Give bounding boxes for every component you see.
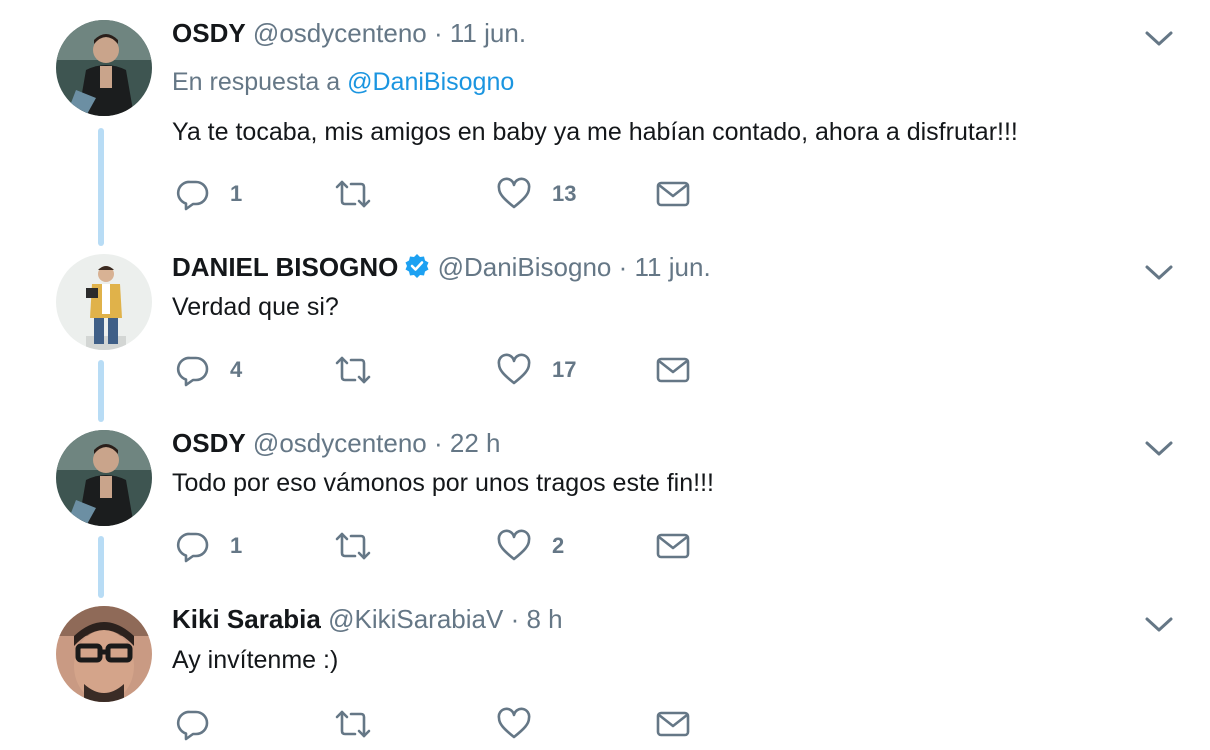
chevron-down-icon[interactable]	[1144, 438, 1174, 458]
reply-context: En respuesta a @DaniBisogno	[172, 65, 514, 99]
dm-button[interactable]	[656, 706, 690, 742]
tweet-text: Ay invítenme :)	[172, 646, 339, 674]
reply-icon	[176, 356, 209, 387]
retweet-icon	[335, 710, 371, 738]
dm-button[interactable]	[656, 528, 690, 564]
envelope-icon	[656, 711, 690, 737]
avatar[interactable]	[56, 254, 152, 350]
reply-icon	[176, 180, 209, 211]
thread-line	[98, 128, 104, 246]
display-name[interactable]: OSDY	[172, 428, 246, 458]
tweet-header: OSDY @osdycenteno · 11 jun.	[172, 16, 526, 50]
tweet-header: DANIEL BISOGNO @DaniBisogno · 11 jun.	[172, 250, 711, 284]
retweet-button[interactable]	[334, 528, 372, 564]
reply-button[interactable]: 1	[176, 528, 242, 564]
like-button[interactable]: 13	[496, 176, 576, 212]
envelope-icon	[656, 357, 690, 383]
heart-icon	[497, 529, 531, 561]
chevron-down-icon[interactable]	[1144, 262, 1174, 282]
avatar[interactable]	[56, 20, 152, 116]
like-button[interactable]	[496, 706, 532, 742]
reply-button[interactable]	[176, 706, 210, 742]
like-button[interactable]: 17	[496, 352, 576, 388]
avatar[interactable]	[56, 430, 152, 526]
reply-button[interactable]: 4	[176, 352, 242, 388]
reply-count: 1	[230, 533, 243, 558]
reply-count: 1	[230, 181, 243, 206]
verified-badge-icon	[405, 254, 429, 278]
dm-button[interactable]	[656, 352, 690, 388]
reply-button[interactable]: 1	[176, 176, 242, 212]
envelope-icon	[656, 181, 690, 207]
timestamp[interactable]: 22 h	[450, 428, 501, 458]
reply-mention-link[interactable]: @DaniBisogno	[347, 68, 514, 96]
display-name[interactable]: Kiki Sarabia	[172, 604, 321, 634]
timestamp[interactable]: 11 jun.	[450, 18, 526, 48]
envelope-icon	[656, 533, 690, 559]
chevron-down-icon[interactable]	[1144, 28, 1174, 48]
tweet-text: Todo por eso vámonos por unos tragos est…	[172, 469, 714, 497]
display-name[interactable]: DANIEL BISOGNO	[172, 252, 398, 282]
retweet-icon	[335, 532, 371, 560]
avatar[interactable]	[56, 606, 152, 702]
separator: ·	[510, 604, 520, 634]
like-count: 17	[552, 357, 577, 382]
heart-icon	[497, 177, 531, 209]
reply-prefix: En respuesta a	[172, 68, 341, 96]
reply-icon	[176, 532, 209, 563]
handle[interactable]: @KikiSarabiaV	[328, 604, 503, 634]
reply-icon	[176, 710, 209, 741]
separator: ·	[618, 252, 628, 282]
handle[interactable]: @osdycenteno	[253, 18, 427, 48]
tweet-text: Ya te tocaba, mis amigos en baby ya me h…	[172, 118, 1018, 146]
retweet-button[interactable]	[334, 706, 372, 742]
timestamp[interactable]: 11 jun.	[635, 252, 711, 282]
separator: ·	[434, 428, 443, 458]
like-count: 13	[552, 181, 577, 206]
chevron-down-icon[interactable]	[1144, 614, 1174, 634]
handle[interactable]: @osdycenteno	[253, 428, 427, 458]
tweet-text: Verdad que si?	[172, 293, 339, 321]
heart-icon	[497, 353, 531, 385]
tweet-header: Kiki Sarabia @KikiSarabiaV · 8 h	[172, 602, 563, 636]
reply-count: 4	[230, 357, 243, 382]
thread-line	[98, 536, 104, 598]
like-button[interactable]: 2	[496, 528, 564, 564]
dm-button[interactable]	[656, 176, 690, 212]
display-name[interactable]: OSDY	[172, 18, 246, 48]
like-count: 2	[552, 533, 565, 558]
tweet-header: OSDY @osdycenteno · 22 h	[172, 426, 501, 460]
separator: ·	[434, 18, 443, 48]
retweet-button[interactable]	[334, 352, 372, 388]
heart-icon	[497, 707, 531, 739]
retweet-button[interactable]	[334, 176, 372, 212]
timestamp[interactable]: 8 h	[526, 604, 562, 634]
handle[interactable]: @DaniBisogno	[438, 252, 612, 282]
retweet-icon	[335, 180, 371, 208]
retweet-icon	[335, 356, 371, 384]
thread-line	[98, 360, 104, 422]
